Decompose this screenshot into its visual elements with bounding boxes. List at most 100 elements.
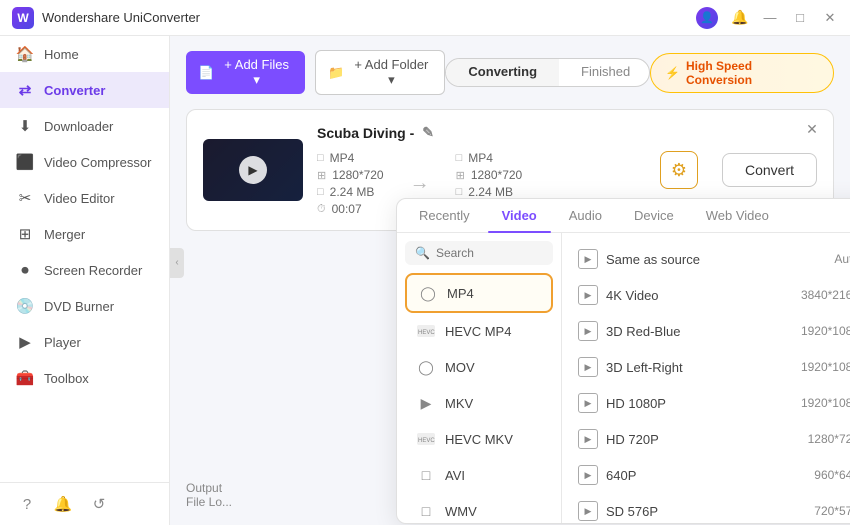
quality-play-icon-1: ▶ bbox=[578, 285, 598, 305]
sidebar-item-label: Screen Recorder bbox=[44, 263, 142, 278]
format-tabs: Recently Video Audio Device Web Video bbox=[397, 199, 850, 233]
merger-icon: ⊞ bbox=[16, 225, 34, 243]
sidebar-item-dvd-burner[interactable]: 💿 DVD Burner bbox=[0, 288, 169, 324]
sidebar-item-converter[interactable]: ⇄ Converter bbox=[0, 72, 169, 108]
format-tab-web-video[interactable]: Web Video bbox=[692, 199, 783, 232]
quality-3d-left-right[interactable]: ▶ 3D Left-Right 1920*1080 ✎ bbox=[562, 349, 850, 385]
quality-640p[interactable]: ▶ 640P 960*640 ✎ bbox=[562, 457, 850, 493]
arrow-icon: → bbox=[404, 172, 436, 195]
notification-icon[interactable]: 🔔 bbox=[52, 493, 74, 515]
svg-text:HEVC: HEVC bbox=[418, 330, 435, 336]
home-icon: 🏠 bbox=[16, 45, 34, 63]
quality-play-icon-6: ▶ bbox=[578, 465, 598, 485]
title-bar-controls: 👤 🔔 — □ ✕ bbox=[696, 7, 838, 29]
sidebar-item-label: Video Editor bbox=[44, 191, 115, 206]
refresh-icon[interactable]: ↺ bbox=[88, 493, 110, 515]
quality-3d-red-blue[interactable]: ▶ 3D Red-Blue 1920*1080 ✎ bbox=[562, 313, 850, 349]
format-tab-device[interactable]: Device bbox=[620, 199, 688, 232]
quality-play-icon: ▶ bbox=[578, 249, 598, 269]
minimize-icon[interactable]: — bbox=[762, 10, 778, 26]
sidebar-item-label: DVD Burner bbox=[44, 299, 114, 314]
app-title: Wondershare UniConverter bbox=[42, 10, 200, 25]
format-search-input[interactable] bbox=[436, 246, 543, 260]
sidebar-item-merger[interactable]: ⊞ Merger bbox=[0, 216, 169, 252]
add-folder-icon: 📁 bbox=[328, 65, 344, 81]
source-format-row: □ MP4 bbox=[317, 151, 384, 165]
format-icon: □ bbox=[317, 152, 324, 164]
tab-converting[interactable]: Converting bbox=[446, 59, 559, 86]
format-option-hevc-mp4[interactable]: HEVC HEVC MP4 bbox=[405, 313, 553, 349]
sidebar-item-home[interactable]: 🏠 Home bbox=[0, 36, 169, 72]
convert-button[interactable]: Convert bbox=[722, 153, 817, 187]
title-bar-left: W Wondershare UniConverter bbox=[12, 7, 200, 29]
source-resolution-row: ⊞ 1280*720 bbox=[317, 168, 384, 182]
format-option-wmv[interactable]: □ WMV bbox=[405, 493, 553, 523]
add-files-icon: 📄 bbox=[198, 65, 214, 81]
format-search-box[interactable]: 🔍 bbox=[405, 241, 553, 265]
sidebar-collapse-button[interactable]: ‹ bbox=[170, 248, 184, 278]
title-bar: W Wondershare UniConverter 👤 🔔 — □ ✕ bbox=[0, 0, 850, 36]
content-area: 📄 Converting + Add Files ▾ 📁 + Add Folde… bbox=[170, 36, 850, 525]
maximize-icon[interactable]: □ bbox=[792, 10, 808, 26]
size-icon: □ bbox=[317, 186, 324, 198]
output-info: Output File Lo... bbox=[186, 481, 232, 509]
add-folder-button[interactable]: 📁 + Add Folder ▾ bbox=[315, 50, 445, 95]
add-files-button[interactable]: 📄 Converting + Add Files ▾ bbox=[186, 51, 305, 94]
source-duration: 00:07 bbox=[332, 202, 362, 216]
help-icon[interactable]: ? bbox=[16, 493, 38, 515]
screen-recorder-icon: ⏺ bbox=[16, 261, 34, 279]
quality-play-icon-5: ▶ bbox=[578, 429, 598, 449]
main-layout: 🏠 Home ⇄ Converter ⬇ Downloader ⬛ Video … bbox=[0, 36, 850, 525]
sidebar-item-label: Converter bbox=[44, 83, 105, 98]
format-option-avi[interactable]: □ AVI bbox=[405, 457, 553, 493]
format-option-mov[interactable]: ◯ MOV bbox=[405, 349, 553, 385]
sidebar-item-video-compressor[interactable]: ⬛ Video Compressor bbox=[0, 144, 169, 180]
source-format: MP4 bbox=[330, 151, 355, 165]
format-option-hevc-mkv[interactable]: HEVC HEVC MKV bbox=[405, 421, 553, 457]
format-option-mkv[interactable]: ▶ MKV bbox=[405, 385, 553, 421]
player-icon: ▶ bbox=[16, 333, 34, 351]
downloader-icon: ⬇ bbox=[16, 117, 34, 135]
top-toolbar: 📄 Converting + Add Files ▾ 📁 + Add Folde… bbox=[186, 50, 834, 95]
quality-play-icon-4: ▶ bbox=[578, 393, 598, 413]
settings-button[interactable]: ⚙ bbox=[660, 151, 698, 189]
duration-icon: ⏱ bbox=[317, 203, 326, 216]
play-button[interactable]: ▶ bbox=[239, 156, 267, 184]
format-tab-audio[interactable]: Audio bbox=[555, 199, 616, 232]
lightning-icon: ⚡ bbox=[665, 66, 680, 80]
avi-icon: □ bbox=[415, 464, 437, 486]
video-card-close-button[interactable]: ✕ bbox=[803, 120, 821, 138]
format-tab-recently[interactable]: Recently bbox=[405, 199, 484, 232]
sidebar-item-toolbox[interactable]: 🧰 Toolbox bbox=[0, 360, 169, 396]
user-icon[interactable]: 👤 bbox=[696, 7, 718, 29]
converter-icon: ⇄ bbox=[16, 81, 34, 99]
mov-icon: ◯ bbox=[415, 356, 437, 378]
quality-4k[interactable]: ▶ 4K Video 3840*2160 ✎ bbox=[562, 277, 850, 313]
compressor-icon: ⬛ bbox=[16, 153, 34, 171]
target-resolution-row: ⊞ 1280*720 bbox=[456, 168, 523, 182]
video-thumbnail[interactable]: ▶ bbox=[203, 139, 303, 201]
format-list: 🔍 ◯ MP4 HEVC HEVC MP4 ◯ bbox=[397, 233, 562, 523]
sidebar-item-screen-recorder[interactable]: ⏺ Screen Recorder bbox=[0, 252, 169, 288]
quality-same-as-source[interactable]: ▶ Same as source Auto ✎ bbox=[562, 241, 850, 277]
quality-hd-1080p[interactable]: ▶ HD 1080P 1920*1080 ✎ bbox=[562, 385, 850, 421]
format-tab-video[interactable]: Video bbox=[488, 199, 551, 232]
format-body: 🔍 ◯ MP4 HEVC HEVC MP4 ◯ bbox=[397, 233, 850, 523]
quality-sd-576p[interactable]: ▶ SD 576P 720*576 ✎ bbox=[562, 493, 850, 523]
sidebar-bottom: ? 🔔 ↺ bbox=[0, 482, 169, 525]
sidebar-item-video-editor[interactable]: ✂ Video Editor bbox=[0, 180, 169, 216]
quality-hd-720p[interactable]: ▶ HD 720P 1280*720 ✎ bbox=[562, 421, 850, 457]
source-duration-row: ⏱ 00:07 bbox=[317, 202, 384, 216]
target-size-row: □ 2.24 MB bbox=[456, 185, 523, 199]
sidebar-item-label: Video Compressor bbox=[44, 155, 151, 170]
dvd-burner-icon: 💿 bbox=[16, 297, 34, 315]
close-icon[interactable]: ✕ bbox=[822, 10, 838, 26]
sidebar-item-player[interactable]: ▶ Player bbox=[0, 324, 169, 360]
edit-title-icon[interactable]: ✎ bbox=[422, 124, 434, 141]
tab-finished[interactable]: Finished bbox=[559, 59, 650, 86]
high-speed-button[interactable]: ⚡ High Speed Conversion bbox=[650, 53, 834, 93]
wmv-icon: □ bbox=[415, 500, 437, 522]
sidebar-item-downloader[interactable]: ⬇ Downloader bbox=[0, 108, 169, 144]
bell-icon[interactable]: 🔔 bbox=[732, 10, 748, 26]
format-option-mp4[interactable]: ◯ MP4 bbox=[405, 273, 553, 313]
